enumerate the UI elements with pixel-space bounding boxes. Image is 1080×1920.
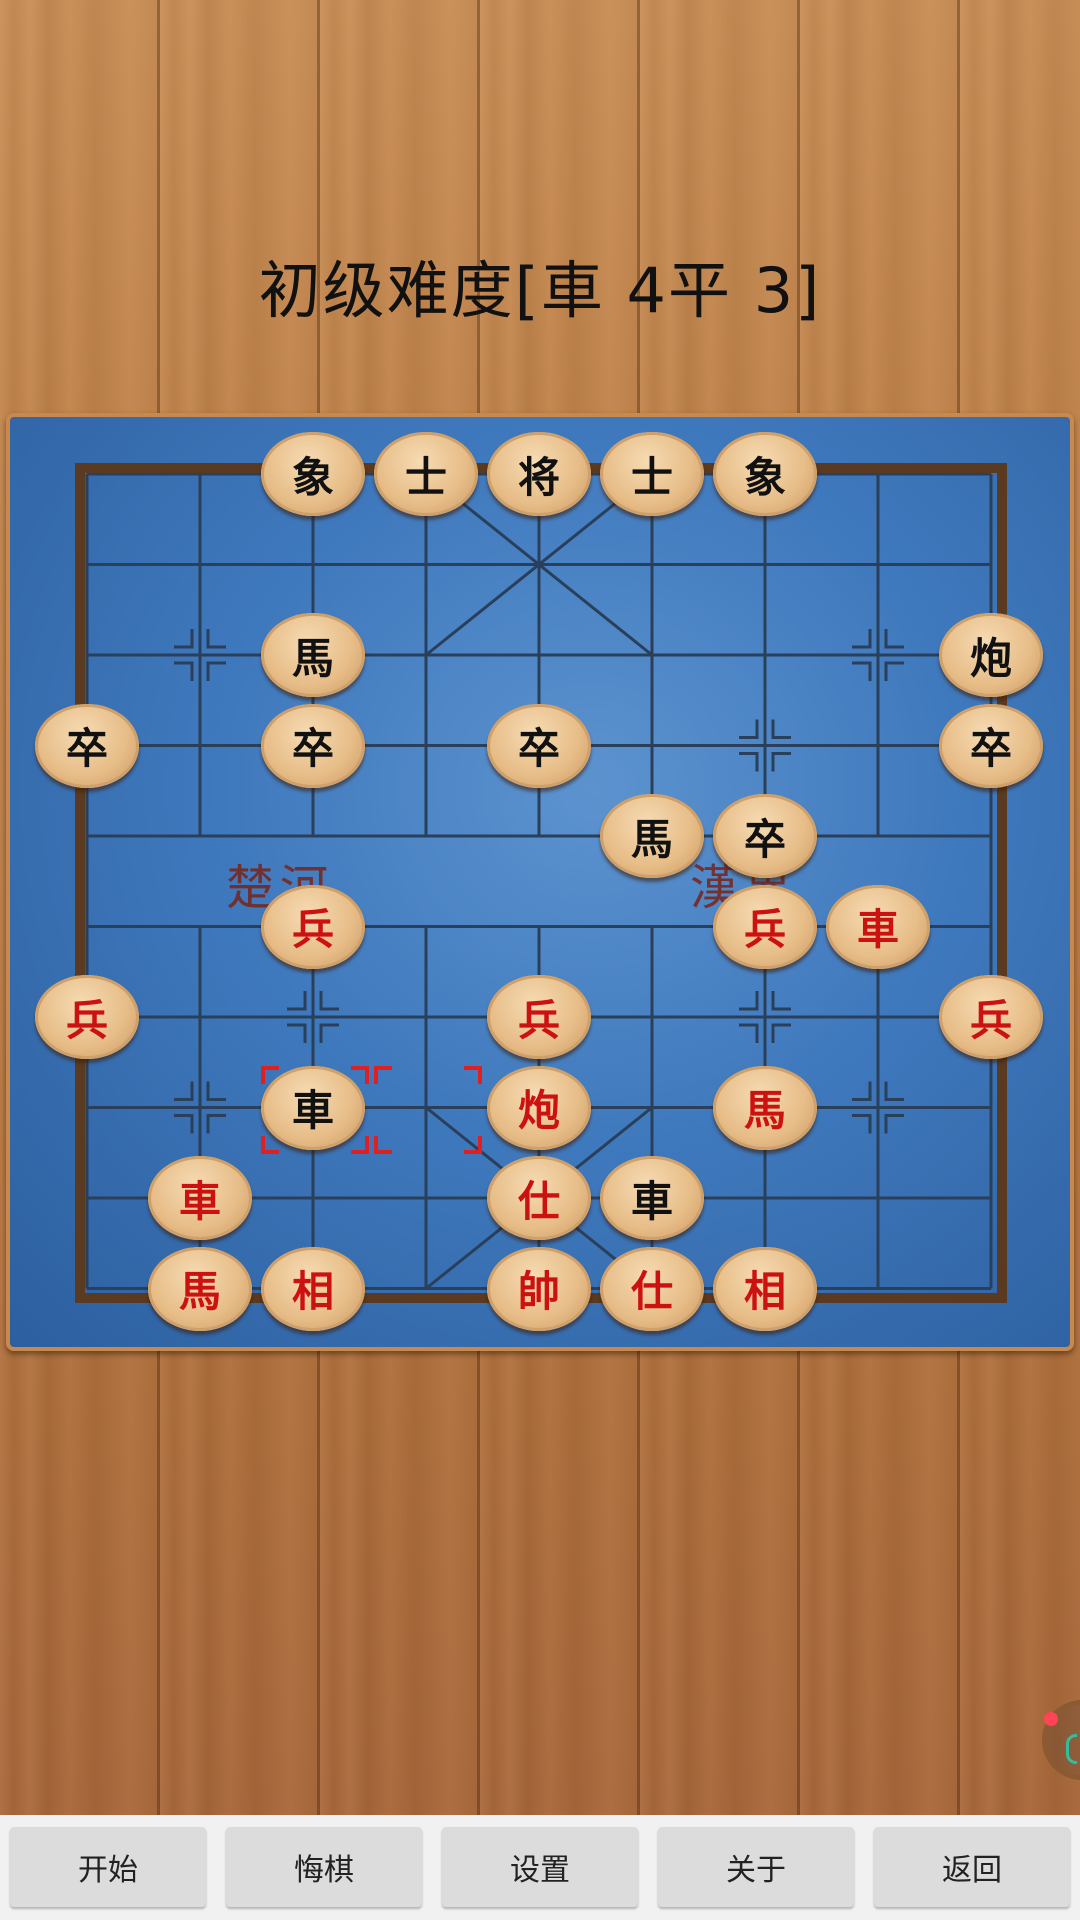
red-piece[interactable]: 仕 bbox=[600, 1246, 704, 1331]
red-piece[interactable]: 相 bbox=[261, 1246, 365, 1331]
black-piece[interactable]: 象 bbox=[261, 432, 365, 516]
red-piece[interactable]: 兵 bbox=[713, 884, 817, 969]
undo-button[interactable]: 悔棋 bbox=[226, 1827, 422, 1907]
black-piece[interactable]: 炮 bbox=[939, 613, 1043, 697]
notification-dot bbox=[1044, 1712, 1058, 1726]
move-marker-corner bbox=[464, 1065, 482, 1084]
black-piece[interactable]: 士 bbox=[600, 432, 704, 516]
red-piece[interactable]: 兵 bbox=[35, 975, 139, 1059]
black-piece[interactable]: 車 bbox=[600, 1156, 704, 1240]
black-piece[interactable]: 象 bbox=[713, 432, 817, 516]
red-piece[interactable]: 帥 bbox=[487, 1246, 591, 1331]
red-piece[interactable]: 兵 bbox=[261, 884, 365, 969]
move-marker-corner bbox=[351, 1135, 369, 1154]
about-button[interactable]: 关于 bbox=[658, 1827, 854, 1907]
red-piece[interactable]: 馬 bbox=[713, 1065, 817, 1150]
red-piece[interactable]: 兵 bbox=[939, 975, 1043, 1059]
black-piece[interactable]: 卒 bbox=[487, 703, 591, 788]
move-marker-corner bbox=[374, 1135, 392, 1154]
black-piece[interactable]: 馬 bbox=[261, 613, 365, 697]
black-piece[interactable]: 将 bbox=[487, 432, 591, 516]
black-piece[interactable]: 卒 bbox=[35, 703, 139, 788]
move-marker-corner bbox=[261, 1135, 279, 1154]
move-marker-corner bbox=[351, 1065, 369, 1084]
move-marker-corner bbox=[374, 1065, 392, 1084]
black-piece[interactable]: 士 bbox=[374, 432, 478, 516]
back-button[interactable]: 返回 bbox=[874, 1827, 1070, 1907]
start-button[interactable]: 开始 bbox=[10, 1827, 206, 1907]
black-piece[interactable]: 馬 bbox=[600, 794, 704, 878]
move-marker-corner bbox=[464, 1135, 482, 1154]
board-grid bbox=[75, 463, 1007, 1303]
red-piece[interactable]: 車 bbox=[148, 1156, 252, 1240]
red-piece[interactable]: 馬 bbox=[148, 1246, 252, 1331]
move-marker-corner bbox=[261, 1065, 279, 1084]
settings-button[interactable]: 设置 bbox=[442, 1827, 638, 1907]
red-piece[interactable]: 兵 bbox=[487, 975, 591, 1059]
red-piece[interactable]: 相 bbox=[713, 1246, 817, 1331]
black-piece[interactable]: 卒 bbox=[713, 794, 817, 878]
red-piece[interactable]: 炮 bbox=[487, 1065, 591, 1150]
red-piece[interactable]: 仕 bbox=[487, 1156, 591, 1240]
black-piece[interactable]: 卒 bbox=[261, 703, 365, 788]
red-piece[interactable]: 車 bbox=[826, 884, 930, 969]
black-piece[interactable]: 卒 bbox=[939, 703, 1043, 788]
bottom-toolbar: 开始 悔棋 设置 关于 返回 bbox=[0, 1815, 1080, 1920]
assist-icon bbox=[1066, 1734, 1077, 1764]
